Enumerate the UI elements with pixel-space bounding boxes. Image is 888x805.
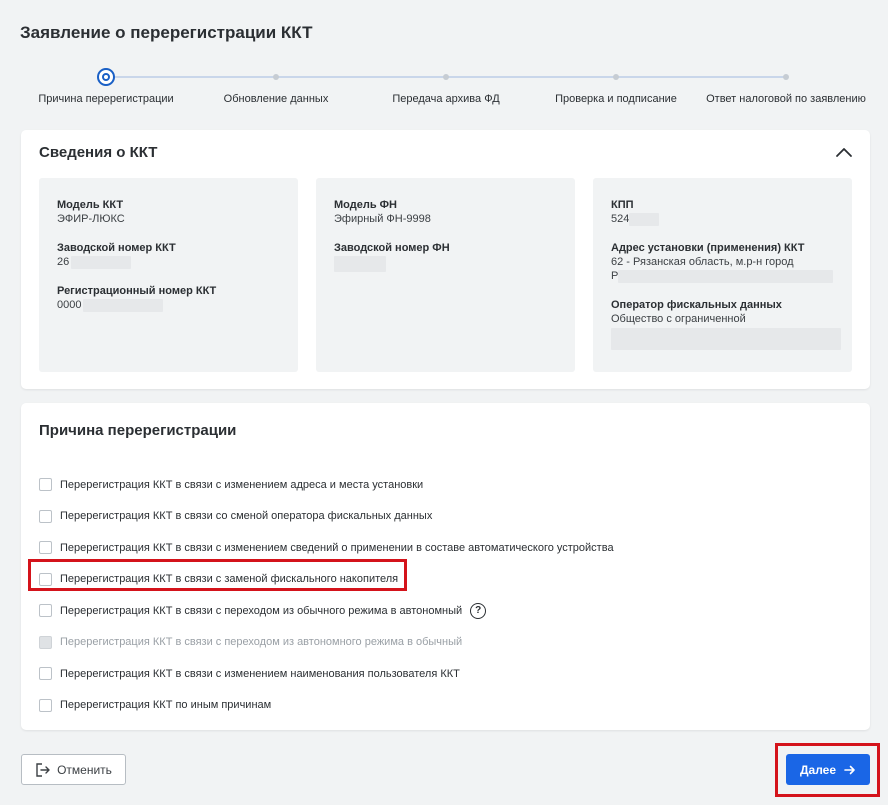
kpp-value: 524 — [611, 213, 630, 225]
fn-serial-label: Заводской номер ФН — [334, 242, 450, 254]
kkt-regnum-field: Регистрационный номер ККТ 0000 — [57, 284, 280, 312]
kkt-device-panel: Модель ККТ ЭФИР-ЛЮКС Заводской номер ККТ… — [39, 178, 298, 372]
help-icon[interactable]: ? — [470, 602, 487, 619]
exit-icon — [36, 762, 50, 777]
address-value: 62 - Рязанская область, м.р-н город — [611, 256, 794, 268]
redacted-mask — [334, 256, 386, 272]
progress-stepper: Причина перерегистрации Обновление данны… — [0, 64, 888, 114]
step-dot-icon — [443, 74, 449, 80]
kpp-field: КПП 524 — [611, 198, 834, 226]
reason-label: Перерегистрация ККТ в связи со сменой оп… — [60, 510, 433, 523]
reregistration-reason-card: Причина перерегистрации Перерегистрация … — [21, 403, 870, 730]
step-label: Причина перерегистрации — [38, 93, 174, 105]
fn-panel: Модель ФН Эфирный ФН-9998 Заводской номе… — [316, 178, 575, 372]
reason-label: Перерегистрация ККТ по иным причинам — [60, 699, 272, 712]
kkt-serial-row: 26 — [57, 255, 280, 269]
fn-serial-field: Заводской номер ФН — [334, 241, 557, 272]
kkt-model-label: Модель ККТ — [57, 199, 124, 211]
reason-label: Перерегистрация ККТ в связи с заменой фи… — [60, 573, 399, 586]
step-dot-icon — [273, 74, 279, 80]
redacted-mask — [618, 269, 834, 283]
reason-list: Перерегистрация ККТ в связи с изменением… — [39, 469, 614, 721]
step-label: Ответ налоговой по заявлению — [706, 93, 866, 105]
ofd-value: Общество с ограниченной — [611, 313, 746, 325]
address-label: Адрес установки (применения) ККТ — [611, 242, 805, 254]
kkt-model-field: Модель ККТ ЭФИР-ЛЮКС — [57, 198, 280, 226]
reason-to-autonomous[interactable]: Перерегистрация ККТ в связи с переходом … — [39, 595, 614, 627]
reason-label: Перерегистрация ККТ в связи с изменением… — [60, 667, 460, 680]
kpp-label: КПП — [611, 199, 634, 211]
arrow-right-icon — [844, 765, 855, 774]
checkbox[interactable] — [39, 698, 52, 712]
reason-ofd-change[interactable]: Перерегистрация ККТ в связи со сменой оп… — [39, 501, 614, 533]
checkbox[interactable] — [39, 604, 52, 618]
kkt-serial-value: 26 — [57, 256, 70, 268]
fn-serial-row — [334, 255, 557, 272]
reason-label: Перерегистрация ККТ в связи с переходом … — [60, 636, 463, 649]
redacted-mask — [629, 212, 660, 226]
page-title: Заявление о перерегистрации ККТ — [20, 23, 313, 42]
reason-fn-replacement[interactable]: Перерегистрация ККТ в связи с заменой фи… — [39, 564, 614, 596]
address-line-2: Р — [611, 270, 619, 282]
reason-label: Перерегистрация ККТ в связи с изменением… — [60, 478, 424, 491]
checkbox[interactable] — [39, 541, 52, 555]
kkt-regnum-label: Регистрационный номер ККТ — [57, 285, 217, 297]
kkt-info-card: Сведения о ККТ Модель ККТ ЭФИР-ЛЮКС Заво… — [21, 130, 870, 389]
redacted-mask — [83, 298, 164, 312]
checkbox[interactable] — [39, 509, 52, 523]
checkbox[interactable] — [39, 572, 52, 586]
kkt-model-value: ЭФИР-ЛЮКС — [57, 213, 125, 225]
step-active-indicator-icon — [97, 68, 115, 86]
reason-address-change[interactable]: Перерегистрация ККТ в связи с изменением… — [39, 469, 614, 501]
reason-other[interactable]: Перерегистрация ККТ по иным причинам — [39, 690, 614, 722]
cancel-label: Отменить — [57, 762, 112, 777]
ofd-field: Оператор фискальных данных Общество с ог… — [611, 298, 841, 350]
step-dot-icon — [613, 74, 619, 80]
next-button[interactable]: Далее — [786, 754, 870, 785]
kkt-regnum-row: 0000 — [57, 298, 280, 312]
step-label: Обновление данных — [223, 93, 329, 105]
fn-model-field: Модель ФН Эфирный ФН-9998 — [334, 198, 557, 226]
kkt-regnum-value: 0000 — [57, 299, 82, 311]
owner-panel: КПП 524 Адрес установки (применения) ККТ… — [593, 178, 852, 372]
address-field: Адрес установки (применения) ККТ 62 - Ря… — [611, 241, 834, 283]
kpp-row: 524 — [611, 212, 834, 226]
step-label: Передача архива ФД — [392, 93, 500, 105]
reason-label: Перерегистрация ККТ в связи с изменением… — [60, 541, 614, 554]
reason-user-name-change[interactable]: Перерегистрация ККТ в связи с изменением… — [39, 658, 614, 690]
reason-to-normal: Перерегистрация ККТ в связи с переходом … — [39, 627, 614, 659]
ofd-label: Оператор фискальных данных — [611, 299, 782, 311]
kkt-serial-label: Заводской номер ККТ — [57, 242, 176, 254]
fn-model-value: Эфирный ФН-9998 — [334, 213, 431, 225]
cancel-button[interactable]: Отменить — [21, 754, 126, 785]
redacted-mask — [611, 328, 841, 350]
reason-automatic-device[interactable]: Перерегистрация ККТ в связи с изменением… — [39, 532, 614, 564]
kkt-serial-field: Заводской номер ККТ 26 — [57, 241, 280, 269]
fn-model-label: Модель ФН — [334, 199, 397, 211]
kkt-info-title: Сведения о ККТ — [39, 144, 158, 161]
next-label: Далее — [799, 762, 837, 777]
checkbox-disabled — [39, 635, 52, 649]
checkbox[interactable] — [39, 667, 52, 681]
address-row-2: Р — [611, 269, 834, 283]
chevron-up-icon — [836, 148, 852, 157]
step-dot-icon — [783, 74, 789, 80]
step-label: Проверка и подписание — [555, 93, 677, 105]
reason-title: Причина перерегистрации — [39, 422, 237, 439]
checkbox[interactable] — [39, 478, 52, 492]
redacted-mask — [71, 255, 132, 269]
collapse-button[interactable] — [834, 144, 854, 160]
reason-label: Перерегистрация ККТ в связи с переходом … — [60, 604, 463, 617]
